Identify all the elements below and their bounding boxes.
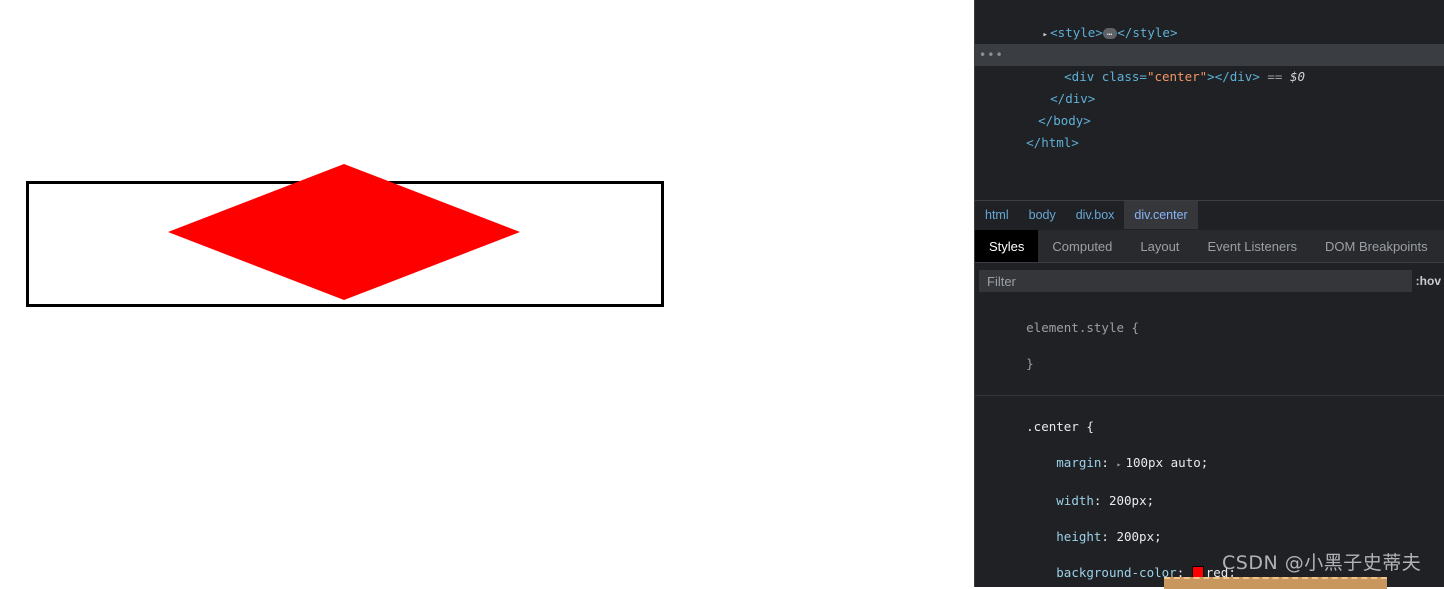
tab-computed[interactable]: Computed (1038, 230, 1126, 262)
breadcrumb-item-body[interactable]: body (1019, 201, 1066, 229)
styles-filter-bar: :hov (975, 267, 1444, 295)
prop-margin[interactable]: margin (1056, 455, 1101, 470)
styles-rules-list: element.style { } .center { margin: ▸ 100… (975, 297, 1444, 587)
breadcrumb-item-html[interactable]: html (975, 201, 1019, 229)
html-closing-tag: </html> (1026, 135, 1079, 150)
open-brace-center: { (1086, 419, 1094, 434)
prop-height[interactable]: height (1056, 529, 1101, 544)
tab-event-listeners[interactable]: Event Listeners (1193, 230, 1311, 262)
bottom-orange-strip (1164, 577, 1387, 589)
styles-pane-tabbar: Styles Computed Layout Event Listeners D… (975, 230, 1444, 263)
dom-tree[interactable]: ▸<style>…</style> ▾<div class="box"> •••… (975, 0, 1444, 196)
open-brace-element-style: { (1131, 320, 1140, 335)
breadcrumb-item-div-box[interactable]: div.box (1066, 201, 1125, 229)
browser-viewport (0, 0, 974, 587)
breadcrumb: html body div.box div.center (975, 200, 1444, 229)
close-brace-element-style: } (1026, 356, 1034, 371)
row-more-icon[interactable]: ••• (979, 44, 1004, 66)
filter-input[interactable] (979, 270, 1412, 292)
dom-row-style[interactable]: ▸ <style>… </style> (975, 0, 1444, 40)
hover-state-toggle[interactable]: :hov (1412, 274, 1444, 288)
dom-row-html-close[interactable]: </html> (975, 110, 1444, 150)
selector-center[interactable]: .center (1026, 419, 1079, 434)
tab-styles[interactable]: Styles (975, 230, 1039, 262)
dom-row-div-box[interactable]: ▾<div class="box"> (975, 22, 1444, 62)
selector-element-style[interactable]: element.style (1026, 320, 1124, 335)
dom-row-div-center-selected[interactable]: ••• <div class="center"></div> == $0 (975, 44, 1444, 84)
value-margin[interactable]: 100px auto (1125, 455, 1200, 470)
dom-row-div-box-close[interactable]: </div> (975, 66, 1444, 106)
tab-dom-breakpoints[interactable]: DOM Breakpoints (1311, 230, 1442, 262)
watermark-text: CSDN @小黑子史蒂夫 (1222, 552, 1422, 574)
prop-background-color[interactable]: background-color (1056, 565, 1176, 580)
breadcrumb-item-div-center[interactable]: div.center (1124, 201, 1198, 229)
rule-element-style[interactable]: element.style { } (975, 297, 1444, 396)
tab-layout[interactable]: Layout (1126, 230, 1193, 262)
value-width[interactable]: 200px (1109, 493, 1147, 508)
devtools-panel: ▸<style>…</style> ▾<div class="box"> •••… (974, 0, 1444, 587)
prop-width[interactable]: width (1056, 493, 1094, 508)
dom-row-body-close[interactable]: </body> (975, 88, 1444, 128)
value-height[interactable]: 200px (1116, 529, 1154, 544)
